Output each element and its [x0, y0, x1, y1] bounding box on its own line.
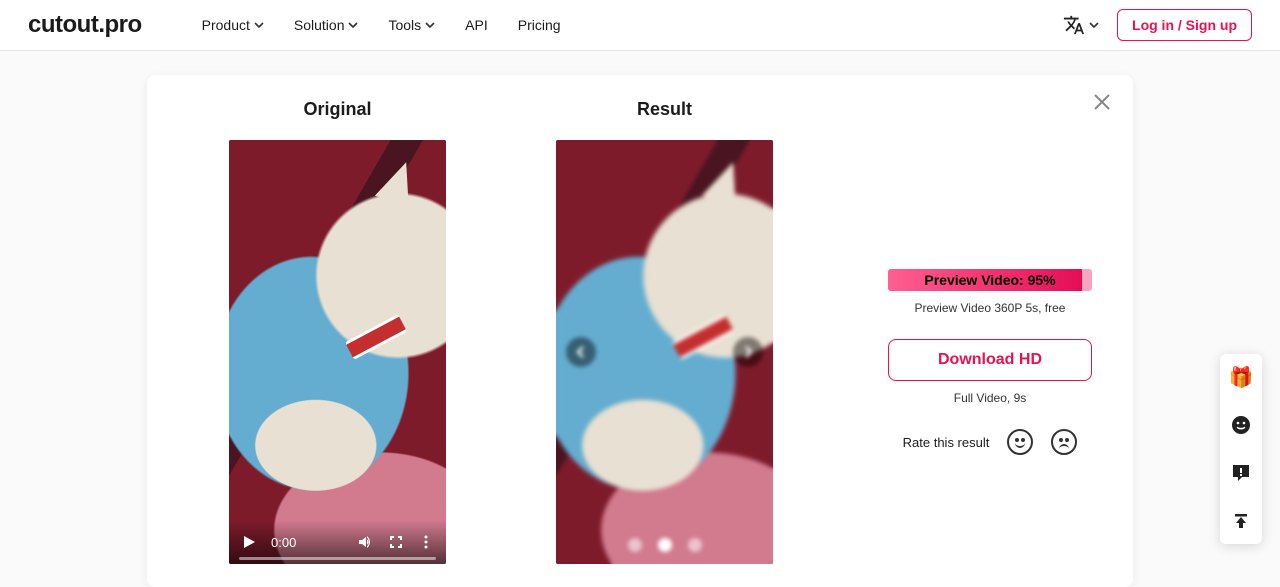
header-right: Log in / Sign up — [1063, 9, 1252, 41]
chevron-down-icon — [348, 20, 358, 30]
compare-row: Original 0:00 — [183, 99, 1097, 564]
chevron-left-icon — [574, 345, 588, 359]
feedback-button[interactable] — [1220, 460, 1262, 486]
actions-column: Preview Video: 95% Preview Video 360P 5s… — [883, 99, 1097, 564]
full-video-info: Full Video, 9s — [954, 391, 1027, 405]
nav-solution[interactable]: Solution — [294, 17, 359, 33]
gift-icon: 🎁 — [1229, 365, 1254, 390]
app-header: cutout.pro Product Solution Tools API Pr… — [0, 0, 1280, 51]
play-button[interactable] — [241, 534, 257, 550]
translate-icon — [1063, 14, 1085, 36]
rate-good-button[interactable] — [1007, 429, 1033, 455]
carousel-dots — [556, 538, 773, 552]
fullscreen-button[interactable] — [388, 534, 404, 550]
result-frame-illustration — [556, 140, 773, 564]
carousel-dot[interactable] — [628, 538, 642, 552]
rate-row: Rate this result — [903, 429, 1078, 455]
video-current-time: 0:00 — [271, 535, 296, 550]
nav-tools[interactable]: Tools — [388, 17, 435, 33]
back-to-top-button[interactable] — [1220, 508, 1262, 534]
nav-api[interactable]: API — [465, 17, 488, 33]
nav-pricing[interactable]: Pricing — [518, 17, 561, 33]
original-video[interactable]: 0:00 — [229, 140, 446, 564]
chevron-down-icon — [254, 20, 264, 30]
main-nav: Product Solution Tools API Pricing — [202, 17, 561, 33]
more-options-button[interactable] — [418, 534, 434, 550]
nav-product-label: Product — [202, 17, 250, 33]
support-face-icon — [1230, 414, 1252, 436]
result-preview[interactable] — [556, 140, 773, 564]
video-frame-illustration — [229, 140, 446, 564]
column-result: Result — [556, 99, 773, 564]
video-seek-bar[interactable] — [239, 557, 436, 560]
progress-label: Preview Video: 95% — [888, 269, 1092, 291]
preview-progress: Preview Video: 95% — [888, 269, 1092, 291]
result-title: Result — [556, 99, 773, 120]
page-body: Original 0:00 — [0, 51, 1280, 587]
login-signup-button[interactable]: Log in / Sign up — [1117, 9, 1252, 41]
support-button[interactable] — [1220, 412, 1262, 438]
carousel-next-button[interactable] — [733, 337, 763, 367]
original-title: Original — [229, 99, 446, 120]
chevron-down-icon — [1089, 20, 1099, 30]
rate-bad-button[interactable] — [1051, 429, 1077, 455]
gift-button[interactable]: 🎁 — [1220, 364, 1262, 390]
brand-logo[interactable]: cutout.pro — [28, 11, 142, 39]
download-hd-button[interactable]: Download HD — [888, 339, 1092, 381]
rate-label: Rate this result — [903, 435, 990, 450]
floating-side-widget: 🎁 — [1220, 354, 1262, 544]
nav-pricing-label: Pricing — [518, 17, 561, 33]
nav-api-label: API — [465, 17, 488, 33]
nav-tools-label: Tools — [388, 17, 421, 33]
carousel-dot[interactable] — [658, 538, 672, 552]
nav-product[interactable]: Product — [202, 17, 264, 33]
arrow-up-icon — [1232, 512, 1250, 530]
column-original: Original 0:00 — [229, 99, 446, 564]
volume-button[interactable] — [356, 533, 374, 551]
nav-solution-label: Solution — [294, 17, 345, 33]
close-icon — [1093, 94, 1111, 116]
chevron-down-icon — [425, 20, 435, 30]
language-button[interactable] — [1063, 14, 1099, 36]
preview-info-text: Preview Video 360P 5s, free — [915, 301, 1066, 315]
close-button[interactable] — [1093, 93, 1111, 117]
carousel-dot[interactable] — [688, 538, 702, 552]
chevron-right-icon — [741, 345, 755, 359]
result-card: Original 0:00 — [147, 75, 1133, 587]
feedback-icon — [1231, 463, 1251, 483]
carousel-prev-button[interactable] — [566, 337, 596, 367]
